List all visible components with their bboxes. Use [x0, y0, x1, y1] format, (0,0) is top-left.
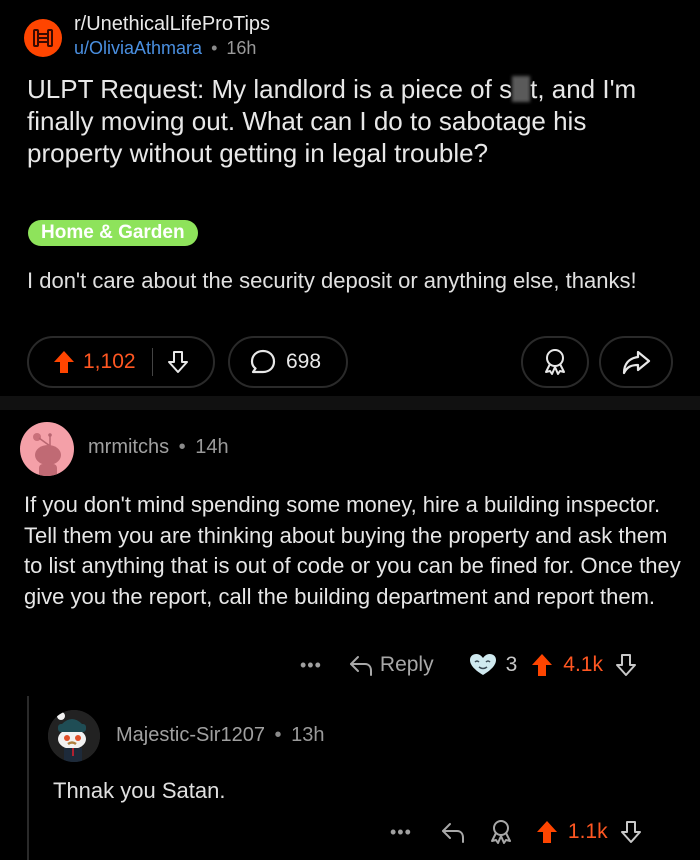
post-score: 1,102	[83, 350, 136, 373]
wholesome-heart-award-icon	[469, 654, 496, 675]
commenter-avatar[interactable]	[20, 422, 74, 476]
reply-score: 1.1k	[567, 820, 608, 843]
divider	[151, 348, 153, 376]
reply-reply-button[interactable]	[440, 821, 466, 843]
post-title-start: ULPT Request: My landlord is a piece of …	[27, 74, 513, 104]
censor-blur	[512, 76, 531, 102]
comment-bubble-icon	[250, 349, 276, 374]
award-indicator[interactable]: 3	[468, 653, 518, 677]
comment-upvote-button[interactable]	[531, 653, 553, 677]
comment-meta: mrmitchs • 14h	[88, 436, 229, 459]
comment-username[interactable]: mrmitchs	[88, 436, 169, 458]
comment-downvote-button[interactable]	[615, 653, 637, 677]
separator: •	[268, 724, 288, 746]
reply-vote: 1.1k	[536, 820, 642, 844]
comments-button[interactable]: 698	[228, 336, 348, 388]
subreddit-icon[interactable]	[24, 19, 62, 57]
post-author[interactable]: u/OliviaAthmara	[74, 38, 202, 58]
reply-downvote-button[interactable]	[620, 820, 642, 844]
reply-more-options-button[interactable]: •••	[390, 822, 412, 843]
award-button[interactable]	[521, 336, 589, 388]
reply-award-button[interactable]	[488, 818, 514, 846]
reply-meta: Majestic-Sir1207 • 13h	[116, 724, 324, 747]
more-options-button[interactable]: •••	[300, 655, 322, 676]
post-flair[interactable]: Home & Garden	[28, 220, 198, 246]
snoo-avatar-icon	[33, 433, 61, 476]
award-ribbon-icon	[545, 349, 565, 375]
downvote-button[interactable]	[167, 350, 189, 374]
scroll-ladder-icon	[33, 29, 53, 47]
share-arrow-icon	[622, 350, 651, 375]
thread-line[interactable]	[27, 696, 29, 860]
award-ribbon-icon	[490, 820, 511, 844]
comment-actions: ••• Reply 3 4.1k	[300, 648, 637, 682]
comment-vote: 4.1k	[531, 653, 637, 677]
comment-count: 698	[286, 350, 322, 373]
reply-arrow-icon	[441, 823, 464, 843]
upvote-arrow-icon	[54, 351, 74, 373]
separator: •	[206, 38, 223, 58]
upvote-button[interactable]	[53, 350, 75, 374]
upvote-arrow-icon	[532, 654, 553, 676]
reply-button[interactable]: Reply	[348, 653, 434, 677]
post-header: r/UnethicalLifeProTips u/OliviaAthmara •…	[24, 12, 270, 60]
reply-age: 13h	[291, 724, 325, 746]
reply-arrow-icon	[349, 656, 372, 676]
comment-score: 4.1k	[563, 653, 603, 676]
section-divider	[0, 396, 700, 410]
post-body: I don't care about the security deposit …	[27, 268, 637, 293]
share-button[interactable]	[599, 336, 673, 388]
reply-upvote-button[interactable]	[536, 820, 558, 844]
comment-body: If you don't mind spending some money, h…	[24, 492, 681, 609]
post-title[interactable]: ULPT Request: My landlord is a piece of …	[27, 73, 667, 169]
downvote-arrow-icon	[616, 654, 636, 676]
snoo-gentleman-avatar-icon	[48, 710, 100, 762]
separator: •	[173, 436, 192, 458]
reply-label: Reply	[379, 653, 434, 676]
comment-age: 14h	[195, 436, 229, 458]
post-age: 16h	[226, 38, 257, 58]
subreddit-name[interactable]: r/UnethicalLifeProTips	[74, 12, 270, 36]
upvote-arrow-icon	[536, 821, 557, 843]
reply-username[interactable]: Majestic-Sir1207	[116, 724, 265, 746]
award-count: 3	[505, 653, 518, 676]
reply-avatar[interactable]	[48, 710, 100, 762]
downvote-arrow-icon	[167, 351, 188, 373]
reply-actions: ••• 1.1k	[390, 815, 642, 849]
downvote-arrow-icon	[620, 821, 641, 843]
reply-body: Thnak you Satan.	[53, 778, 226, 803]
vote-pill: 1,102	[27, 336, 215, 388]
